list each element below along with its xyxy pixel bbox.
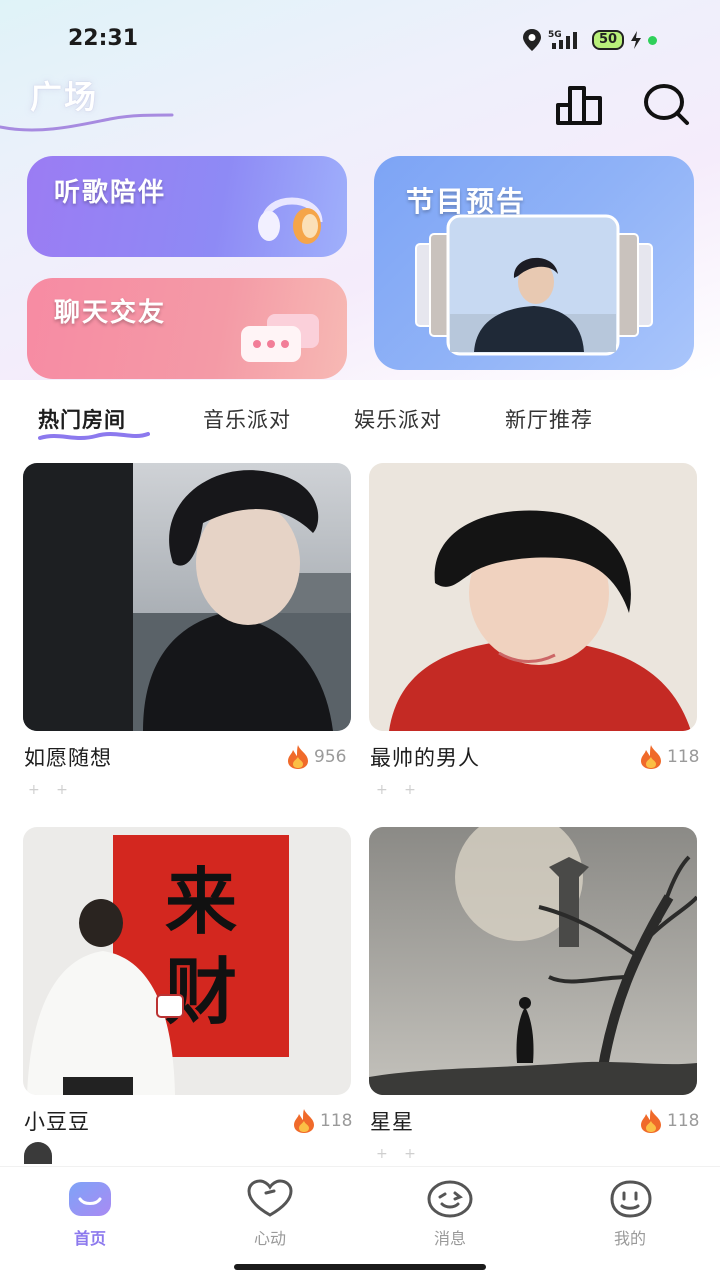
hot-count-value: 956: [314, 747, 347, 767]
fire-icon: [294, 1109, 314, 1133]
tab-new-hall[interactable]: 新厅推荐: [505, 404, 593, 434]
room-card-image[interactable]: [369, 463, 697, 731]
tab-entertainment-party[interactable]: 娱乐派对: [354, 404, 442, 434]
status-time: 22:31: [68, 26, 139, 51]
search-button[interactable]: [638, 76, 694, 132]
room-name: 星星: [370, 1110, 414, 1134]
poster-text-2: 财: [165, 950, 237, 1034]
nav-label: 首页: [73, 1229, 106, 1248]
status-icons: 5G 50: [522, 26, 682, 54]
nav-messages[interactable]: 消息: [390, 1179, 510, 1249]
nav-mine[interactable]: 我的: [570, 1179, 690, 1249]
room-member-placeholder: + +: [376, 1146, 422, 1162]
fire-icon: [288, 745, 308, 769]
privacy-indicator: [648, 35, 658, 45]
chat-bubble-icon: [241, 314, 319, 362]
message-face-icon: [427, 1180, 473, 1218]
room-hot-count: 956: [286, 744, 346, 770]
profile-face-icon: [610, 1180, 652, 1218]
nav-home[interactable]: 首页: [30, 1179, 150, 1249]
program-preview-banner[interactable]: 节目预告: [374, 156, 694, 370]
tab-music-party[interactable]: 音乐派对: [203, 404, 291, 434]
fire-icon: [641, 1109, 661, 1133]
tab-hot-rooms[interactable]: 热门房间: [38, 404, 126, 434]
poster-text-1: 来: [165, 860, 237, 944]
hot-count-value: 118: [320, 1111, 353, 1131]
nav-label: 我的: [613, 1229, 646, 1248]
location-icon: [523, 29, 541, 51]
nav-label: 心动: [253, 1229, 286, 1248]
room-member-placeholder: + +: [376, 782, 422, 798]
title-swoosh-decoration: [0, 113, 174, 132]
signal-icon: 5G: [548, 30, 577, 49]
room-card-image[interactable]: 来 财: [23, 827, 351, 1095]
chat-friends-banner[interactable]: 聊天交友: [27, 278, 347, 379]
bottom-navigation: 首页 心动 消息 我的: [0, 1166, 720, 1280]
home-indicator: [234, 1264, 486, 1270]
headphones-icon: [258, 197, 323, 244]
hot-count-value: 118: [667, 1111, 700, 1131]
preview-carousel: [415, 214, 653, 356]
room-hot-count: 118: [639, 1108, 699, 1134]
room-name: 小豆豆: [24, 1110, 90, 1134]
hot-count-value: 118: [667, 747, 700, 767]
home-icon: [69, 1182, 111, 1216]
fire-icon: [641, 745, 661, 769]
nav-heartbeat[interactable]: 心动: [210, 1179, 330, 1249]
room-card-image[interactable]: [369, 827, 697, 1095]
room-member-placeholder: + +: [28, 782, 74, 798]
nav-label: 消息: [433, 1229, 466, 1248]
room-name: 如愿随想: [24, 746, 112, 770]
room-hot-count: 118: [639, 744, 699, 770]
room-hot-count: 118: [292, 1108, 352, 1134]
listen-companion-banner[interactable]: 听歌陪伴: [27, 156, 347, 257]
banner-label: 聊天交友: [54, 298, 167, 328]
charging-icon: [631, 31, 642, 49]
member-avatar: [24, 1142, 52, 1164]
ranking-icon: [556, 86, 602, 125]
banner-label: 听歌陪伴: [54, 178, 167, 208]
svg-text:5G: 5G: [548, 30, 562, 40]
heart-icon: [247, 1179, 293, 1217]
room-name: 最帅的男人: [370, 746, 480, 770]
ranking-button[interactable]: [552, 76, 608, 132]
battery-icon: 50: [592, 30, 625, 50]
search-icon: [644, 84, 689, 125]
room-card-image[interactable]: [23, 463, 351, 731]
